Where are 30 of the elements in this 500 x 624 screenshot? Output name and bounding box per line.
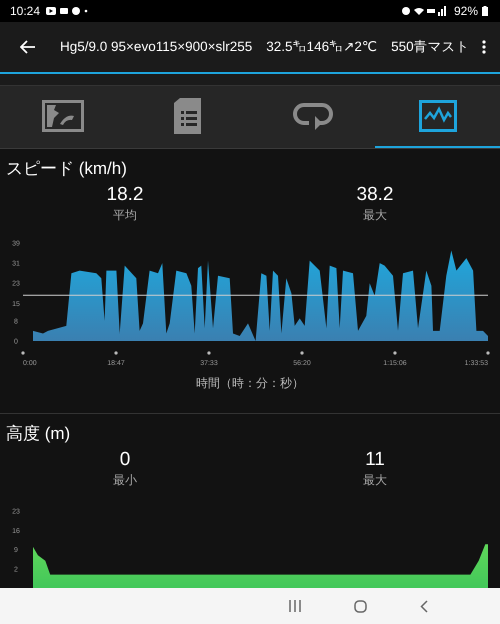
stat-label: 最小 — [113, 472, 137, 488]
recent-apps-icon[interactable] — [289, 600, 301, 612]
stat-label: 最大 — [363, 472, 387, 488]
x-tick-dot — [300, 351, 304, 355]
section-title: 高度 (m) — [5, 423, 72, 445]
map-icon — [42, 100, 84, 132]
stat-label: 最大 — [363, 207, 387, 223]
section-title: スピード (km/h) — [5, 158, 128, 180]
x-tick-dot — [114, 351, 118, 355]
x-tick-dot — [486, 351, 490, 355]
back-arrow-icon[interactable] — [20, 40, 36, 54]
more-options-icon[interactable] — [482, 40, 486, 54]
document-icon — [172, 97, 202, 135]
stat-label: 平均 — [113, 207, 137, 223]
stat-value: 38.2 — [356, 183, 394, 207]
activity-graph-icon — [418, 100, 456, 132]
clock-time: 10:24 — [10, 4, 40, 18]
activity-title: Hg5/9.0 95×evo115×900×slr255 32.5㌔146㌔↗2℃ 550青マスト — [60, 38, 471, 56]
axis-title: 時間（時：分：秒） — [195, 375, 305, 392]
stat-value: 0 — [120, 448, 130, 472]
battery-percent: 92% — [454, 4, 478, 18]
x-tick-dot — [207, 351, 211, 355]
x-tick-dot — [21, 351, 25, 355]
loop-icon — [292, 101, 332, 131]
x-tick-dot — [393, 351, 397, 355]
back-icon[interactable] — [420, 600, 428, 612]
home-icon[interactable] — [354, 600, 367, 612]
stat-value: 18.2 — [106, 183, 144, 207]
stat-value: 11 — [365, 448, 385, 472]
battery-icon — [482, 6, 488, 16]
